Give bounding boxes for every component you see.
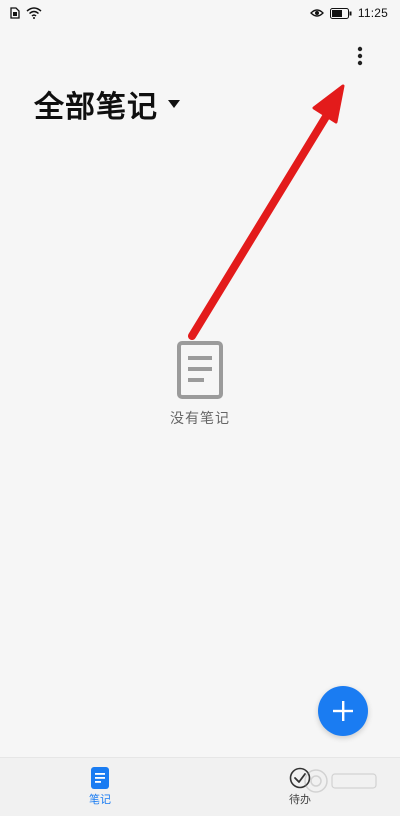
page-title: 全部笔记 bbox=[34, 91, 158, 124]
bottom-navigation: 笔记 待办 bbox=[0, 757, 400, 816]
status-right: 11:25 bbox=[309, 6, 388, 20]
nav-tab-notes[interactable]: 笔记 bbox=[0, 758, 200, 816]
status-time: 11:25 bbox=[357, 6, 388, 20]
plus-icon bbox=[333, 701, 353, 721]
nav-tab-todo[interactable]: 待办 bbox=[200, 758, 400, 816]
empty-state-text: 没有笔记 bbox=[170, 410, 230, 426]
battery-icon bbox=[329, 7, 352, 19]
caret-down-icon bbox=[168, 100, 180, 108]
status-left bbox=[10, 7, 42, 19]
add-note-button[interactable] bbox=[318, 686, 368, 736]
note-icon bbox=[91, 767, 109, 789]
eye-icon bbox=[309, 8, 324, 18]
empty-state: 没有笔记 bbox=[0, 340, 400, 428]
more-vertical-icon bbox=[357, 46, 363, 66]
notes-filter-dropdown[interactable]: 全部笔记 bbox=[34, 82, 180, 126]
status-bar: 11:25 bbox=[0, 0, 400, 26]
todo-check-icon bbox=[289, 767, 311, 789]
nav-tab-notes-label: 笔记 bbox=[89, 794, 111, 806]
document-icon bbox=[177, 341, 223, 399]
nav-tab-todo-label: 待办 bbox=[289, 794, 311, 806]
sim-card-icon bbox=[10, 7, 20, 19]
more-options-button[interactable] bbox=[342, 38, 378, 74]
wifi-icon bbox=[26, 7, 42, 19]
